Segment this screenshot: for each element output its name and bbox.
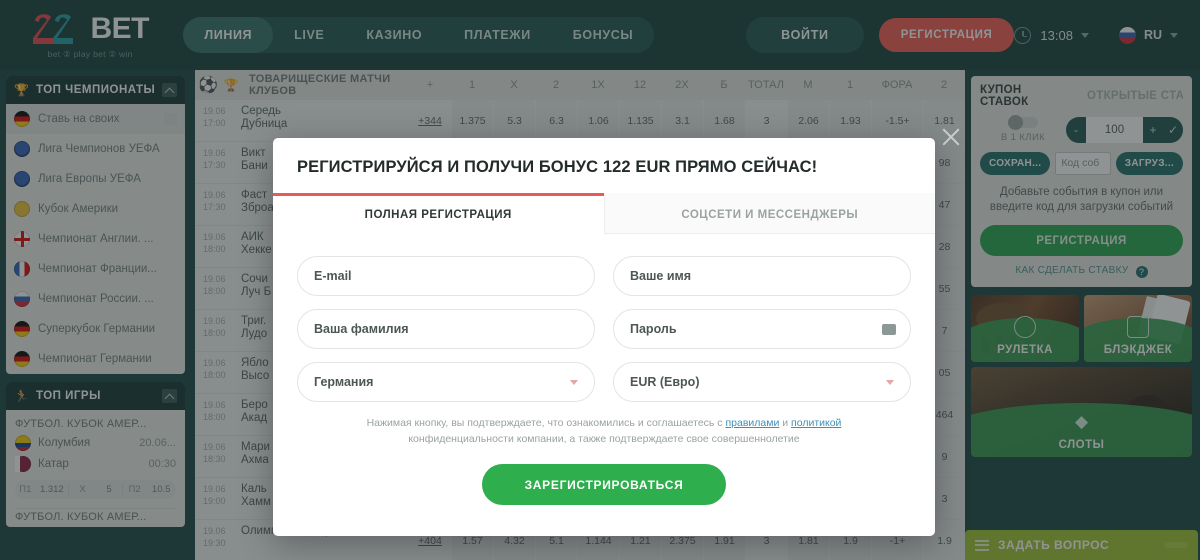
show-password-icon[interactable]: [882, 323, 896, 335]
close-icon[interactable]: [940, 126, 962, 148]
register-submit-button[interactable]: ЗАРЕГИСТРИРОВАТЬСЯ: [481, 464, 727, 505]
last-name-field[interactable]: Ваша фамилия: [297, 309, 595, 349]
terms-part-2: и: [779, 417, 792, 429]
currency-value: EUR (Евро): [630, 375, 700, 389]
registration-modal: РЕГИСТРИРУЙСЯ И ПОЛУЧИ БОНУС 122 EUR ПРЯ…: [273, 138, 935, 536]
form-row: E-mail Ваше имя: [297, 256, 911, 296]
terms-text: Нажимая кнопку, вы подтверждаете, что оз…: [297, 415, 911, 447]
first-name-placeholder: Ваше имя: [630, 269, 692, 283]
tab-full-registration[interactable]: ПОЛНАЯ РЕГИСТРАЦИЯ: [273, 193, 604, 234]
password-placeholder: Пароль: [630, 322, 677, 336]
form-row: Германия EUR (Евро): [297, 362, 911, 402]
password-field[interactable]: Пароль: [613, 309, 911, 349]
country-select[interactable]: Германия: [297, 362, 595, 402]
currency-select[interactable]: EUR (Евро): [613, 362, 911, 402]
form-row: Ваша фамилия Пароль: [297, 309, 911, 349]
registration-form: E-mail Ваше имя Ваша фамилия Пароль Герм…: [273, 234, 935, 505]
email-placeholder: E-mail: [314, 269, 352, 283]
submit-area: ЗАРЕГИСТРИРОВАТЬСЯ: [297, 464, 911, 505]
modal-tabs: ПОЛНАЯ РЕГИСТРАЦИЯ СОЦСЕТИ И МЕССЕНДЖЕРЫ: [273, 193, 935, 234]
terms-part-3: конфиденциальности компании, а также под…: [408, 433, 800, 445]
page-root: BET bet ② play bet ② win ЛИНИЯ LIVE КАЗИ…: [0, 0, 1200, 560]
first-name-field[interactable]: Ваше имя: [613, 256, 911, 296]
chevron-down-icon: [886, 379, 894, 385]
rules-link[interactable]: правилами: [725, 417, 779, 429]
modal-title: РЕГИСТРИРУЙСЯ И ПОЛУЧИ БОНУС 122 EUR ПРЯ…: [297, 158, 818, 176]
email-field[interactable]: E-mail: [297, 256, 595, 296]
last-name-placeholder: Ваша фамилия: [314, 322, 409, 336]
chevron-down-icon: [570, 379, 578, 385]
terms-part-1: Нажимая кнопку, вы подтверждаете, что оз…: [366, 417, 726, 429]
country-value: Германия: [314, 375, 374, 389]
tab-social-networks[interactable]: СОЦСЕТИ И МЕССЕНДЖЕРЫ: [603, 193, 935, 234]
privacy-policy-link[interactable]: политикой: [791, 417, 841, 429]
